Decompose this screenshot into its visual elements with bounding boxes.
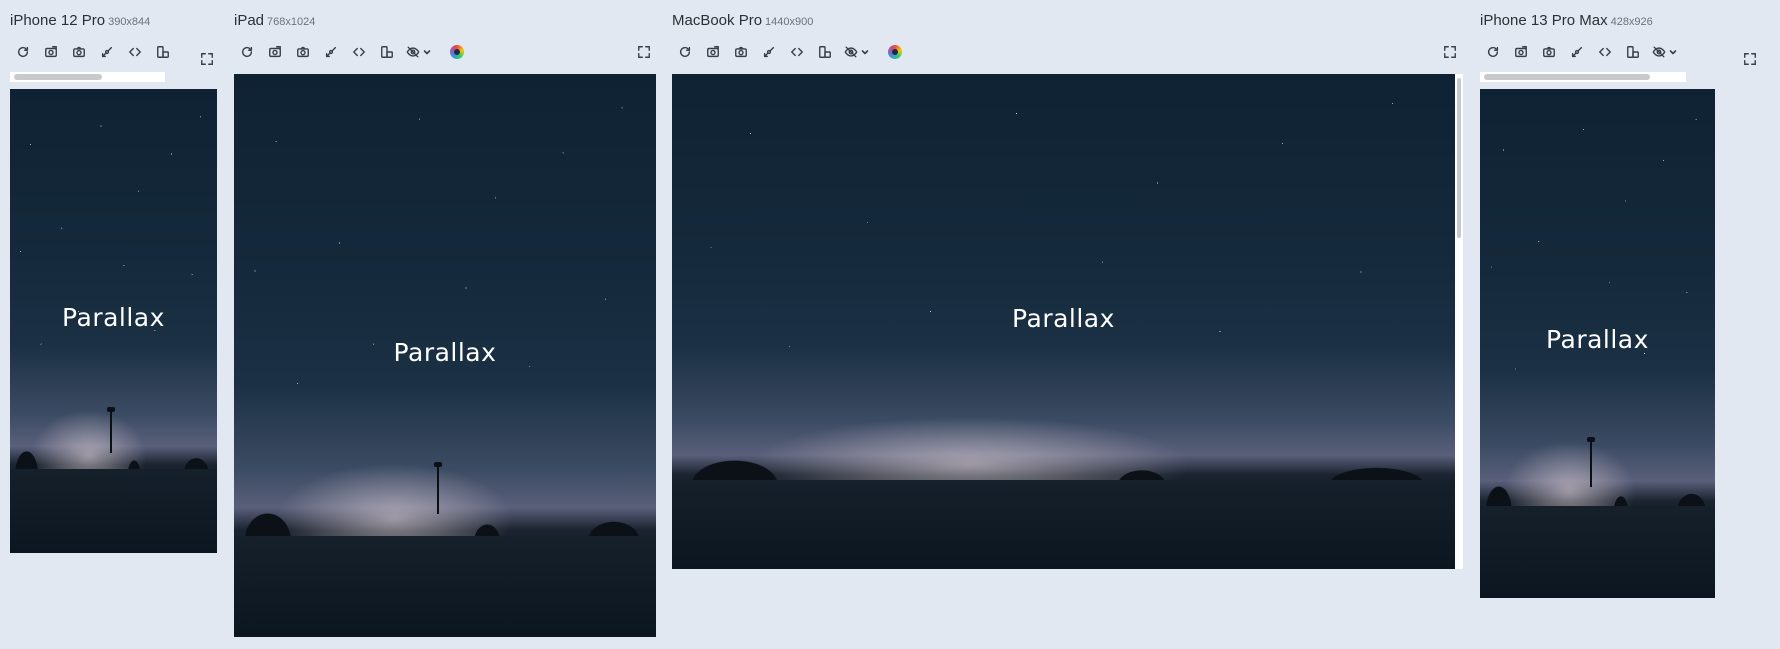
fullscreen-icon[interactable] <box>1743 52 1759 68</box>
chevron-down-icon <box>861 50 869 55</box>
code-icon[interactable] <box>126 43 144 61</box>
device-title: MacBook Pro 1440x900 <box>672 12 813 29</box>
parallax-heading: Parallax <box>1546 325 1649 354</box>
refresh-icon[interactable] <box>676 43 694 61</box>
rotate-icon[interactable] <box>154 43 172 61</box>
lamp-post <box>434 462 442 514</box>
refresh-icon[interactable] <box>14 43 32 61</box>
horizontal-scrollbar[interactable] <box>10 72 165 82</box>
device-viewport: Parallax <box>672 74 1455 569</box>
sync-scroll-icon[interactable] <box>1568 43 1586 61</box>
code-icon[interactable] <box>788 43 806 61</box>
color-blind-icon[interactable] <box>886 43 904 61</box>
device-title: iPad 768x1024 <box>234 12 315 29</box>
refresh-icon[interactable] <box>238 43 256 61</box>
rotate-icon[interactable] <box>816 43 834 61</box>
chevron-down-icon <box>1669 50 1677 55</box>
camera-icon[interactable] <box>294 43 312 61</box>
color-blind-icon[interactable] <box>448 43 466 61</box>
fullscreen-icon[interactable] <box>200 52 216 68</box>
device-size: 1440x900 <box>765 16 814 28</box>
device-name: iPad <box>234 12 265 29</box>
lamp-post <box>1587 437 1595 487</box>
device-name: iPhone 12 Pro <box>10 12 106 29</box>
hide-eye-icon[interactable] <box>844 43 876 61</box>
tree-silhouettes <box>1480 470 1715 512</box>
rotate-icon[interactable] <box>1624 43 1642 61</box>
sync-scroll-icon[interactable] <box>322 43 340 61</box>
refresh-icon[interactable] <box>1484 43 1502 61</box>
code-icon[interactable] <box>1596 43 1614 61</box>
device-toolbar <box>1484 43 1689 61</box>
vertical-scrollbar[interactable] <box>1455 74 1463 569</box>
camera-icon[interactable] <box>732 43 750 61</box>
rotate-icon[interactable] <box>378 43 396 61</box>
camera-icon[interactable] <box>1540 43 1558 61</box>
tree-silhouettes <box>234 496 656 542</box>
ground <box>10 469 217 553</box>
device-name: iPhone 13 Pro Max <box>1480 12 1608 29</box>
device-toolbar <box>14 43 174 61</box>
device-title: iPhone 13 Pro Max 428x926 <box>1480 12 1653 29</box>
parallax-heading: Parallax <box>393 338 497 367</box>
parallax-heading: Parallax <box>1012 304 1115 333</box>
hide-eye-icon[interactable] <box>406 43 438 61</box>
device-viewport: Parallax <box>234 74 656 637</box>
tree-silhouettes <box>672 445 1455 485</box>
device-size: 768x1024 <box>267 16 316 28</box>
fullscreen-icon[interactable] <box>637 45 653 61</box>
code-icon[interactable] <box>350 43 368 61</box>
lamp-post <box>107 407 115 453</box>
sync-scroll-icon[interactable] <box>98 43 116 61</box>
hide-eye-icon[interactable] <box>1652 43 1684 61</box>
camera-icon[interactable] <box>70 43 88 61</box>
device-size: 390x844 <box>108 16 151 28</box>
screenshot-viewport-icon[interactable] <box>42 43 60 61</box>
chevron-down-icon <box>423 50 431 55</box>
screenshot-viewport-icon[interactable] <box>1512 43 1530 61</box>
screenshot-viewport-icon[interactable] <box>266 43 284 61</box>
ground <box>1480 506 1715 598</box>
sync-scroll-icon[interactable] <box>760 43 778 61</box>
device-viewport: Parallax <box>1480 89 1715 598</box>
fullscreen-icon[interactable] <box>1443 45 1459 61</box>
parallax-heading: Parallax <box>62 303 165 332</box>
ground <box>234 535 656 637</box>
device-size: 428x926 <box>1610 16 1653 28</box>
device-toolbar <box>238 43 466 61</box>
device-title: iPhone 12 Pro 390x844 <box>10 12 150 29</box>
device-name: MacBook Pro <box>672 12 763 29</box>
horizontal-scrollbar[interactable] <box>1480 72 1686 82</box>
ground <box>672 479 1455 569</box>
screenshot-viewport-icon[interactable] <box>704 43 722 61</box>
device-viewport: Parallax <box>10 89 217 553</box>
device-toolbar <box>676 43 904 61</box>
